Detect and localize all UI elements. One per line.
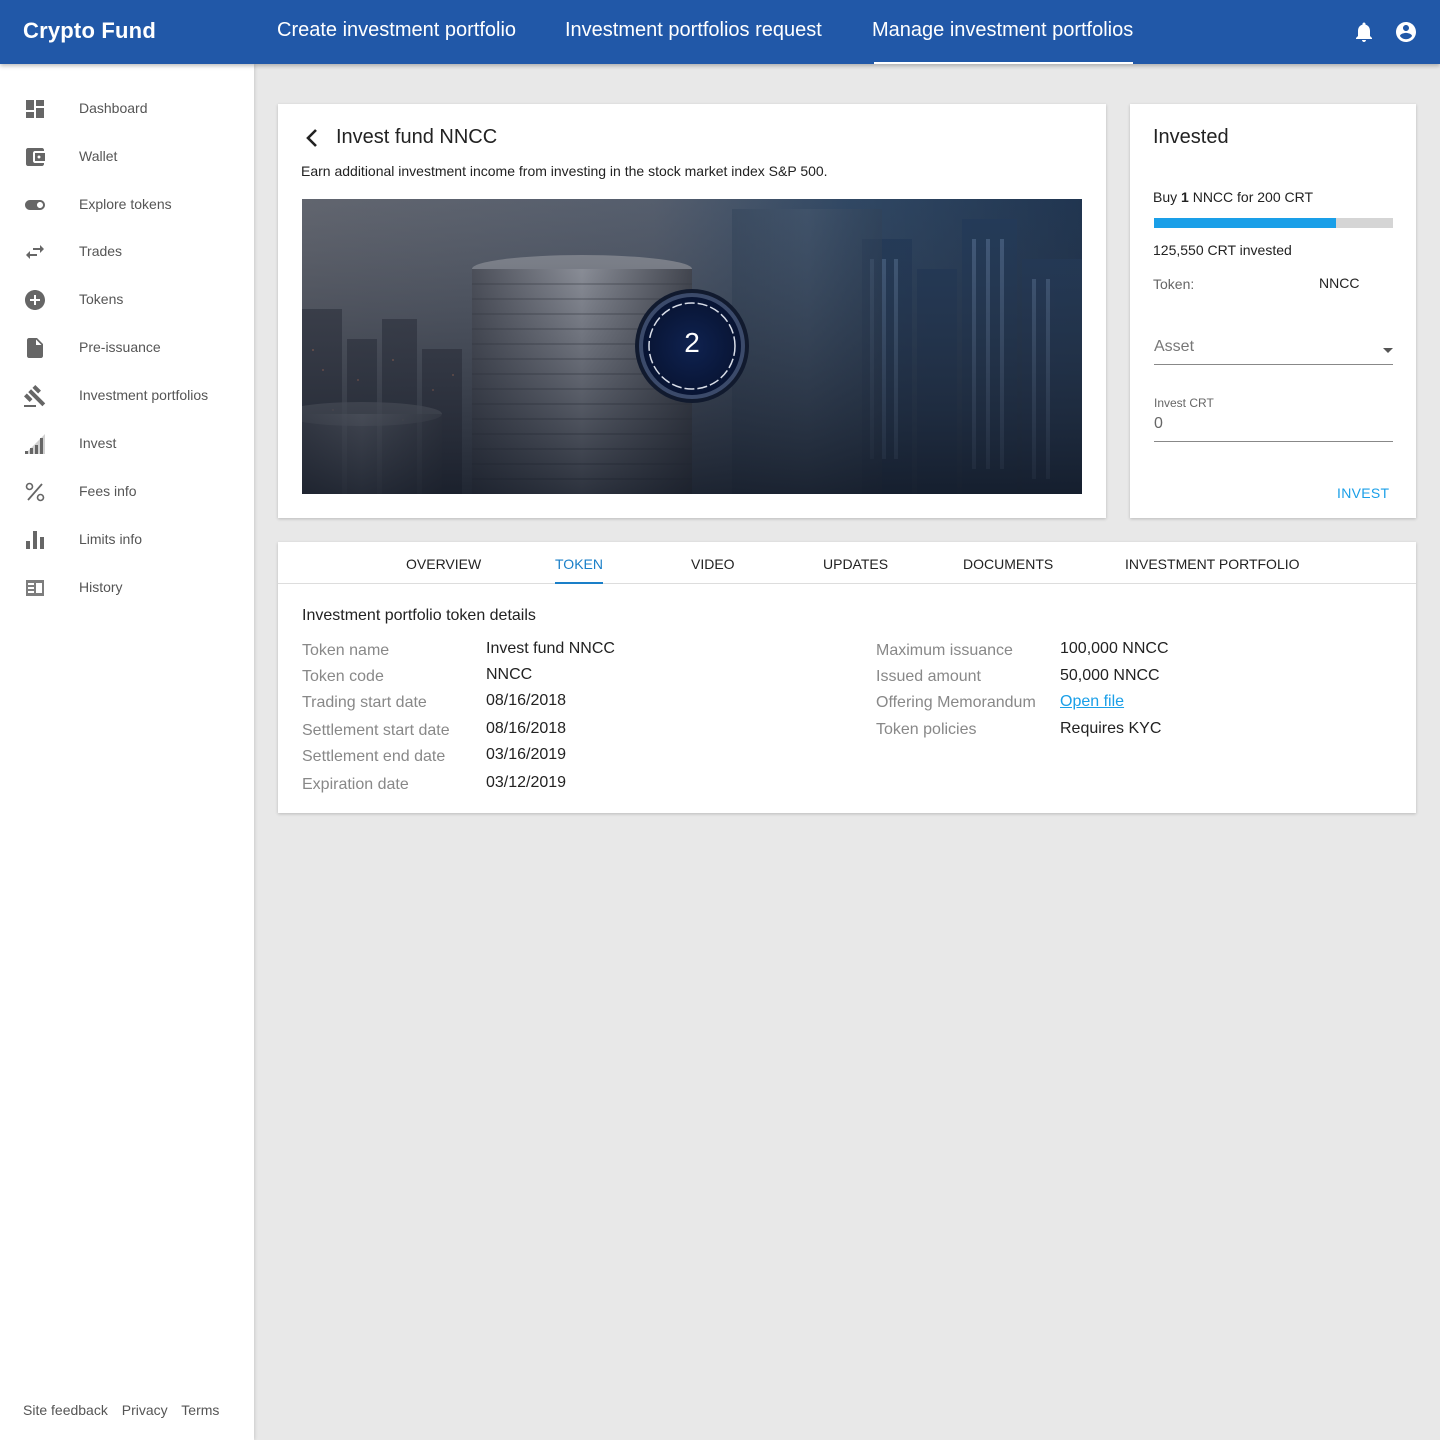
sidebar: Dashboard Wallet Explore tokens Trades T… <box>0 64 254 1440</box>
detail-value: Requires KYC <box>1060 720 1162 737</box>
invest-crt-input[interactable] <box>1154 412 1393 436</box>
wallet-icon <box>23 145 47 169</box>
sidebar-item-trades[interactable]: Trades <box>0 228 254 276</box>
sidebar-item-investment-portfolios[interactable]: Investment portfolios <box>0 372 254 420</box>
asset-select-placeholder: Asset <box>1154 338 1195 355</box>
token-details-title: Investment portfolio token details <box>302 607 536 624</box>
details-tabs: OVERVIEW TOKEN VIDEO UPDATES DOCUMENTS I… <box>278 542 1416 584</box>
sidebar-item-invest[interactable]: Invest <box>0 420 254 468</box>
sidebar-item-label: History <box>79 579 123 595</box>
fund-badge-number: 2 <box>684 327 700 358</box>
detail-label: Token policies <box>876 721 977 738</box>
bar-chart-icon <box>23 528 47 552</box>
nav-tab-manage-portfolios[interactable]: Manage investment portfolios <box>872 19 1134 64</box>
asset-select[interactable]: Asset <box>1154 334 1393 365</box>
detail-label: Expiration date <box>302 776 409 793</box>
buy-quantity: 1 <box>1181 189 1189 205</box>
swap-icon <box>23 240 47 264</box>
privacy-link[interactable]: Privacy <box>122 1402 168 1418</box>
detail-label: Token code <box>302 668 384 685</box>
sidebar-item-label: Limits info <box>79 531 143 547</box>
invest-crt-field: Invest CRT <box>1154 396 1393 442</box>
detail-value: 100,000 NNCC <box>1060 640 1169 657</box>
detail-label: Maximum issuance <box>876 642 1013 659</box>
sidebar-item-tokens[interactable]: Tokens <box>0 276 254 324</box>
terms-link[interactable]: Terms <box>181 1402 219 1418</box>
invest-card-title: Invested <box>1153 126 1229 148</box>
percent-icon <box>23 480 47 504</box>
sidebar-item-limits-info[interactable]: Limits info <box>0 516 254 564</box>
detail-value: NNCC <box>486 666 533 683</box>
detail-value: 50,000 NNCC <box>1060 667 1160 684</box>
tab-video[interactable]: VIDEO <box>691 556 735 584</box>
buy-rate-text: Buy 1 NNCC for 200 CRT <box>1153 189 1313 205</box>
token-value: NNCC <box>1319 275 1360 291</box>
invested-amount: 125,550 CRT invested <box>1153 242 1292 258</box>
site-feedback-link[interactable]: Site feedback <box>23 1402 108 1418</box>
sidebar-footer: Site feedback Privacy Terms <box>23 1402 229 1418</box>
detail-value: 08/16/2018 <box>486 692 567 709</box>
sidebar-item-history[interactable]: History <box>0 564 254 612</box>
sidebar-item-label: Wallet <box>79 148 118 164</box>
gavel-icon <box>23 384 47 408</box>
detail-value: 08/16/2018 <box>486 720 567 737</box>
dashboard-icon <box>23 97 47 121</box>
history-icon <box>23 576 47 600</box>
detail-label: Settlement end date <box>302 748 446 765</box>
sidebar-item-dashboard[interactable]: Dashboard <box>0 85 254 133</box>
fund-card: Invest fund NNCC Earn additional investm… <box>278 104 1106 518</box>
invest-crt-label: Invest CRT <box>1154 396 1214 410</box>
tab-overview[interactable]: OVERVIEW <box>406 556 481 584</box>
sidebar-item-label: Tokens <box>79 291 124 307</box>
brand-title[interactable]: Crypto Fund <box>23 18 156 44</box>
details-card: OVERVIEW TOKEN VIDEO UPDATES DOCUMENTS I… <box>278 542 1416 813</box>
sidebar-item-label: Explore tokens <box>79 196 172 212</box>
fund-description: Earn additional investment income from i… <box>301 163 828 179</box>
sidebar-item-label: Pre-issuance <box>79 339 161 355</box>
sidebar-item-label: Invest <box>79 435 117 451</box>
sidebar-item-label: Fees info <box>79 483 137 499</box>
detail-label: Issued amount <box>876 668 981 685</box>
fund-hero-image: 2 <box>302 199 1082 494</box>
top-app-bar: Crypto Fund Create investment portfolio … <box>0 0 1440 64</box>
nav-tab-portfolios-request[interactable]: Investment portfolios request <box>565 19 822 64</box>
sidebar-item-explore-tokens[interactable]: Explore tokens <box>0 181 254 229</box>
sidebar-item-label: Trades <box>79 243 123 259</box>
invest-button[interactable]: INVEST <box>1337 485 1389 501</box>
sidebar-item-wallet[interactable]: Wallet <box>0 133 254 181</box>
detail-label: Settlement start date <box>302 722 450 739</box>
detail-label: Trading start date <box>302 694 427 711</box>
nav-tab-create-portfolio[interactable]: Create investment portfolio <box>277 19 516 64</box>
open-file-link[interactable]: Open file <box>1060 693 1124 711</box>
bell-icon[interactable] <box>1352 20 1376 44</box>
detail-value: 03/12/2019 <box>486 774 567 791</box>
invest-progress-bar <box>1154 218 1393 228</box>
detail-label: Token name <box>302 642 390 659</box>
invest-progress-fill <box>1154 218 1336 228</box>
sidebar-item-label: Investment portfolios <box>79 387 209 403</box>
tab-updates[interactable]: UPDATES <box>823 556 888 584</box>
sidebar-item-fees-info[interactable]: Fees info <box>0 468 254 516</box>
token-label: Token: <box>1153 276 1195 292</box>
sidebar-item-pre-issuance[interactable]: Pre-issuance <box>0 324 254 372</box>
detail-label: Offering Memorandum <box>876 694 1036 711</box>
document-icon <box>23 336 47 360</box>
back-arrow-icon[interactable] <box>301 126 325 150</box>
tab-token[interactable]: TOKEN <box>555 556 603 584</box>
chevron-down-icon <box>1383 348 1393 353</box>
detail-value: 03/16/2019 <box>486 746 567 763</box>
buy-suffix: NNCC for 200 CRT <box>1188 189 1314 205</box>
invest-card: Invested Buy 1 NNCC for 200 CRT 125,550 … <box>1130 104 1416 518</box>
tab-documents[interactable]: DOCUMENTS <box>963 556 1053 584</box>
account-circle-icon[interactable] <box>1394 20 1418 44</box>
signal-bars-icon <box>23 432 47 456</box>
detail-value: Invest fund NNCC <box>486 640 615 657</box>
sidebar-item-label: Dashboard <box>79 100 148 116</box>
add-circle-icon <box>23 288 47 312</box>
fund-title: Invest fund NNCC <box>336 126 498 148</box>
toggle-icon <box>23 193 47 217</box>
tab-investment-portfolio[interactable]: INVESTMENT PORTFOLIO <box>1125 556 1300 584</box>
buy-prefix: Buy <box>1153 189 1182 205</box>
